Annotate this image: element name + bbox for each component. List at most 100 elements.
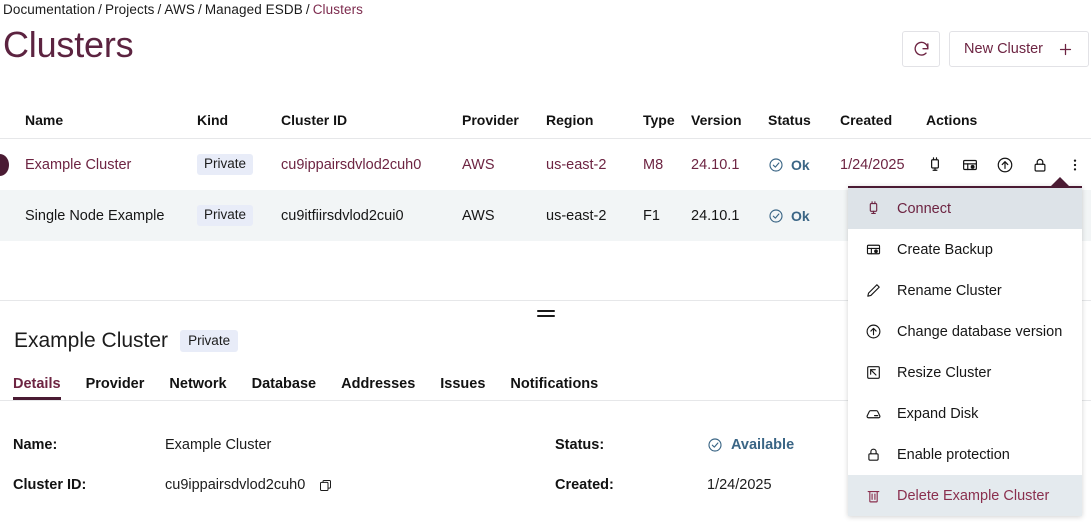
cell-version: 24.10.1 — [691, 208, 768, 224]
column-header-kind: Kind — [197, 110, 281, 128]
menu-item-rename-cluster[interactable]: Rename Cluster — [848, 270, 1082, 311]
upgrade-icon[interactable] — [996, 156, 1014, 174]
status-available-text: Available — [731, 437, 794, 453]
menu-item-connect[interactable]: Connect — [848, 188, 1082, 229]
cell-type: M8 — [643, 157, 691, 173]
menu-item-label: Change database version — [897, 324, 1062, 340]
create-backup-icon[interactable] — [961, 156, 979, 174]
tab-addresses[interactable]: Addresses — [341, 376, 415, 401]
column-header-version: Version — [691, 110, 768, 128]
new-cluster-label: New Cluster — [964, 41, 1043, 57]
table-header-row: Name Kind Cluster ID Provider Region Typ… — [0, 100, 1091, 138]
new-cluster-button[interactable]: New Cluster — [949, 31, 1089, 67]
tab-database[interactable]: Database — [252, 376, 316, 401]
resize-icon — [865, 364, 883, 381]
detail-fields-right: Status: Created: Available 1/24/2025 — [555, 425, 794, 505]
menu-item-label: Enable protection — [897, 447, 1010, 463]
column-header-provider: Provider — [462, 110, 546, 128]
breadcrumb-item-documentation[interactable]: Documentation — [3, 2, 95, 17]
menu-pointer-arrow — [1050, 177, 1070, 187]
trash-icon — [865, 487, 883, 504]
field-label-created: Created: — [555, 465, 707, 505]
clusters-page: Documentation/Projects/AWS/Managed ESDB/… — [0, 0, 1091, 530]
cell-status: Ok — [768, 157, 840, 173]
menu-item-label: Expand Disk — [897, 406, 978, 422]
breadcrumb-separator: / — [195, 2, 205, 17]
column-header-name: Name — [0, 110, 197, 128]
column-header-region: Region — [546, 110, 643, 128]
cell-region: us-east-2 — [546, 157, 643, 173]
cell-kind: Private — [197, 154, 281, 175]
cell-cluster-id: cu9ippairsdvlod2cuh0 — [281, 157, 462, 173]
field-value-name: Example Cluster — [165, 425, 333, 465]
breadcrumb: Documentation/Projects/AWS/Managed ESDB/… — [0, 0, 363, 17]
menu-item-label: Delete Example Cluster — [897, 488, 1049, 504]
status-available-icon — [707, 437, 723, 453]
cell-provider: AWS — [462, 208, 546, 224]
upgrade-icon — [865, 323, 883, 340]
cluster-actions-menu: Connect Create Backup Rename Cluster Cha… — [848, 186, 1082, 516]
cell-region: us-east-2 — [546, 208, 643, 224]
cell-provider: AWS — [462, 157, 546, 173]
tab-details[interactable]: Details — [13, 376, 61, 401]
tab-issues[interactable]: Issues — [440, 376, 485, 401]
breadcrumb-item-projects[interactable]: Projects — [105, 2, 155, 17]
plus-icon — [1057, 41, 1074, 58]
column-header-actions: Actions — [926, 110, 1091, 128]
cell-name: Example Cluster — [0, 157, 197, 173]
kind-badge: Private — [197, 154, 253, 175]
tab-provider[interactable]: Provider — [86, 376, 145, 401]
breadcrumb-item-managed-esdb[interactable]: Managed ESDB — [205, 2, 303, 17]
connect-icon — [865, 200, 883, 217]
status-badge: Ok — [791, 157, 810, 173]
status-ok-icon — [768, 208, 784, 224]
lock-icon[interactable] — [1031, 156, 1049, 174]
menu-item-enable-protection[interactable]: Enable protection — [848, 434, 1082, 475]
cell-kind: Private — [197, 205, 281, 226]
column-header-cluster-id: Cluster ID — [281, 110, 462, 128]
tab-notifications[interactable]: Notifications — [510, 376, 598, 401]
cell-actions — [926, 156, 1091, 174]
refresh-button[interactable] — [902, 31, 940, 67]
cell-type: F1 — [643, 208, 691, 224]
disk-icon — [865, 405, 883, 422]
detail-kind-badge: Private — [180, 330, 238, 353]
create-backup-icon — [865, 241, 883, 258]
menu-item-label: Resize Cluster — [897, 365, 991, 381]
breadcrumb-separator: / — [155, 2, 165, 17]
kind-badge: Private — [197, 205, 253, 226]
lock-icon — [865, 446, 883, 463]
cell-name: Single Node Example — [0, 208, 197, 224]
page-title: Clusters — [3, 24, 133, 66]
menu-item-change-database-version[interactable]: Change database version — [848, 311, 1082, 352]
refresh-icon — [912, 40, 931, 59]
breadcrumb-separator: / — [303, 2, 313, 17]
field-value-cluster-id: cu9ippairsdvlod2cuh0 — [165, 465, 333, 505]
tab-network[interactable]: Network — [169, 376, 226, 401]
menu-item-resize-cluster[interactable]: Resize Cluster — [848, 352, 1082, 393]
menu-item-expand-disk[interactable]: Expand Disk — [848, 393, 1082, 434]
breadcrumb-item-aws[interactable]: AWS — [164, 2, 195, 17]
page-actions: New Cluster — [902, 31, 1089, 67]
connect-icon[interactable] — [926, 156, 944, 174]
field-value-status: Available — [707, 425, 794, 465]
cell-cluster-id: cu9itfiirsdvlod2cui0 — [281, 208, 462, 224]
column-header-status: Status — [768, 110, 840, 128]
field-label-cluster-id: Cluster ID: — [13, 465, 165, 505]
menu-item-label: Connect — [897, 201, 951, 217]
menu-item-create-backup[interactable]: Create Backup — [848, 229, 1082, 270]
menu-item-delete-cluster[interactable]: Delete Example Cluster — [848, 475, 1082, 516]
detail-title: Example Cluster — [14, 329, 168, 353]
field-label-name: Name: — [13, 425, 165, 465]
more-vertical-icon[interactable] — [1066, 156, 1084, 174]
field-label-status: Status: — [555, 425, 707, 465]
field-value-created: 1/24/2025 — [707, 465, 794, 505]
table-row[interactable]: Example Cluster Private cu9ippairsdvlod2… — [0, 139, 1091, 190]
menu-item-label: Rename Cluster — [897, 283, 1002, 299]
column-header-type: Type — [643, 110, 691, 128]
detail-fields-left: Name: Cluster ID: Example Cluster cu9ipp… — [0, 425, 555, 505]
cell-created: 1/24/2025 — [840, 157, 926, 173]
cell-status: Ok — [768, 208, 840, 224]
copy-icon[interactable] — [318, 478, 333, 493]
breadcrumb-item-clusters[interactable]: Clusters — [313, 2, 363, 17]
